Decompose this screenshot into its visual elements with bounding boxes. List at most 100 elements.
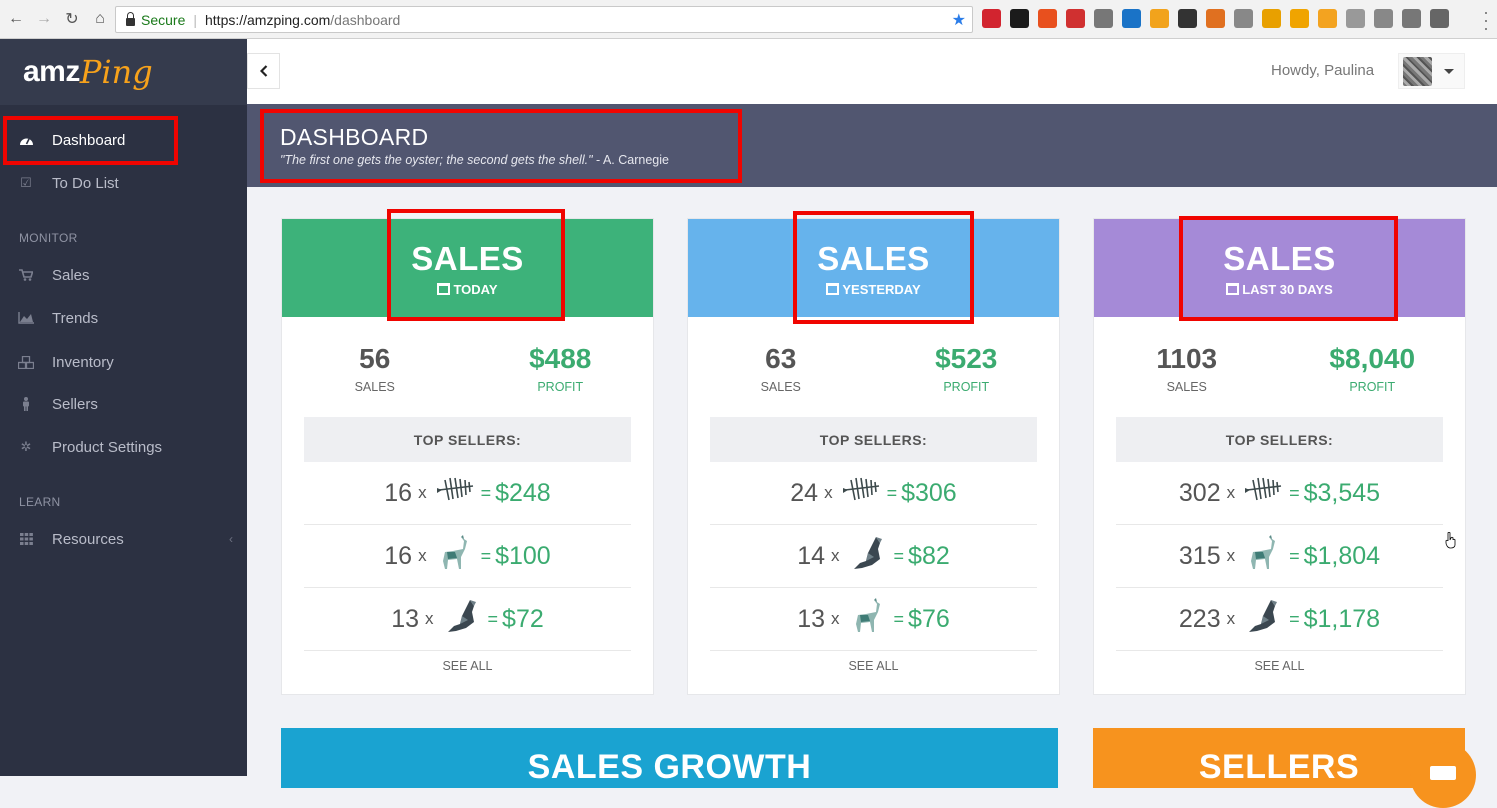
sidebar-item-product-settings[interactable]: ✲ Product Settings (0, 432, 247, 462)
top-seller-row[interactable]: 14 x = $82 (710, 525, 1037, 588)
seller-revenue: $100 (495, 541, 551, 570)
home-icon[interactable]: ⌂ (88, 7, 112, 31)
top-seller-row[interactable]: 13 x = $76 (710, 588, 1037, 651)
browser-extension-icon[interactable] (1374, 9, 1393, 28)
browser-extension-icon[interactable] (1178, 9, 1197, 28)
seller-quantity: 16 (384, 541, 413, 570)
times-sign: x (824, 483, 833, 502)
chat-widget-button[interactable] (1410, 742, 1476, 808)
equals-sign: = (1289, 482, 1300, 503)
browser-extension-icon[interactable] (1262, 9, 1281, 28)
equals-sign: = (480, 545, 492, 566)
amzping-logo[interactable]: amz Ping (0, 39, 247, 105)
equals-sign: = (893, 545, 905, 566)
sidebar-item-sellers[interactable]: Sellers (0, 389, 247, 419)
see-all-link[interactable]: SEE ALL (1094, 651, 1465, 673)
sales-count-label: SALES (354, 380, 395, 394)
top-seller-row[interactable]: 223 x = $1,178 (1116, 588, 1443, 651)
sales-count-label: SALES (760, 380, 801, 394)
equals-sign: = (893, 608, 905, 629)
seller-revenue: $3,545 (1303, 478, 1381, 507)
sidebar: amz Ping Dashboard ☑ To Do List MONITOR S… (0, 39, 247, 776)
sales-count-stat: 56 SALES (282, 317, 468, 417)
sidebar-item-trends[interactable]: Trends (0, 303, 247, 333)
profit-stat: $523 PROFIT (874, 317, 1060, 417)
sales-count-stat: 1103 SALES (1094, 317, 1280, 417)
grid-icon (18, 532, 34, 546)
profit-value: $8,040 (1329, 343, 1416, 374)
extension-icons (982, 9, 1449, 28)
sales-count-label: SALES (1166, 380, 1207, 394)
sellers-banner: SELLERS (1093, 728, 1465, 788)
browser-extension-icon[interactable] (1290, 9, 1309, 28)
browser-extension-icon[interactable] (1318, 9, 1337, 28)
times-sign: x (1226, 483, 1236, 502)
sales-count: 56 (359, 343, 391, 374)
browser-extension-icon[interactable] (1402, 9, 1421, 28)
seller-quantity: 315 (1178, 541, 1221, 570)
card-30days-highlight-box (1179, 216, 1398, 321)
url-host: https://amzping.com (205, 11, 331, 28)
sidebar-item-sales[interactable]: Sales (0, 260, 247, 290)
browser-extension-icon[interactable] (1122, 9, 1141, 28)
top-sellers-header: TOP SELLERS: (1116, 417, 1443, 462)
secure-label: Secure (141, 11, 186, 28)
top-seller-row[interactable]: 315 x = $1,804 (1116, 525, 1443, 588)
seller-quantity: 13 (797, 604, 826, 633)
browser-extension-icon[interactable] (1430, 9, 1449, 28)
sidebar-item-resources[interactable]: Resources ‹ (0, 524, 247, 554)
seller-quantity: 223 (1178, 604, 1221, 633)
browser-menu-icon[interactable]: · · · (1483, 3, 1489, 37)
seller-revenue: $248 (495, 478, 551, 507)
top-seller-row[interactable]: 16 x = $100 (304, 525, 631, 588)
top-seller-row[interactable]: 24 x = $306 (710, 462, 1037, 525)
browser-extension-icon[interactable] (1010, 9, 1029, 28)
sidebar-item-label: Product Settings (52, 438, 163, 456)
back-arrow-icon[interactable]: ← (4, 7, 28, 31)
cubes-icon (18, 355, 34, 369)
profit-label: PROFIT (1349, 380, 1396, 394)
product-fishbone-thumbnail (436, 472, 475, 515)
dashboard-highlight-box (3, 116, 178, 165)
seller-quantity: 24 (790, 478, 819, 507)
browser-extension-icon[interactable] (1038, 9, 1057, 28)
times-sign: x (1226, 546, 1236, 565)
sales-count: 63 (765, 343, 797, 374)
sidebar-item-label: Sellers (52, 395, 98, 413)
see-all-link[interactable]: SEE ALL (282, 651, 653, 673)
times-sign: x (425, 609, 434, 628)
reload-icon[interactable]: ↻ (60, 7, 84, 31)
collapse-sidebar-button[interactable] (247, 53, 280, 89)
forward-arrow-icon[interactable]: → (32, 7, 56, 31)
profit-stat: $488 PROFIT (468, 317, 654, 417)
browser-extension-icon[interactable] (1150, 9, 1169, 28)
chevron-left-icon[interactable]: ‹ (229, 532, 233, 546)
browser-extension-icon[interactable] (982, 9, 1001, 28)
browser-extension-icon[interactable] (1234, 9, 1253, 28)
sidebar-item-inventory[interactable]: Inventory (0, 347, 247, 377)
browser-extension-icon[interactable] (1346, 9, 1365, 28)
sidebar-item-todo[interactable]: ☑ To Do List (0, 168, 247, 198)
profit-stat: $8,040 PROFIT (1280, 317, 1466, 417)
banner-title: SELLERS (1198, 748, 1360, 786)
top-seller-row[interactable]: 302 x = $3,545 (1116, 462, 1443, 525)
browser-extension-icon[interactable] (1206, 9, 1225, 28)
equals-sign: = (480, 482, 492, 503)
top-seller-row[interactable]: 13 x = $72 (304, 588, 631, 651)
seller-revenue: $1,804 (1303, 541, 1381, 570)
sales-count: 1103 (1156, 343, 1218, 374)
see-all-link[interactable]: SEE ALL (688, 651, 1059, 673)
person-icon (18, 397, 34, 411)
monitor-section-label: MONITOR (19, 231, 78, 245)
bookmark-star-icon[interactable]: ★ (952, 10, 966, 30)
top-seller-row[interactable]: 16 x = $248 (304, 462, 631, 525)
user-menu-dropdown[interactable] (1398, 53, 1465, 89)
browser-extension-icon[interactable] (1066, 9, 1085, 28)
browser-extension-icon[interactable] (1094, 9, 1113, 28)
seller-revenue: $76 (908, 604, 950, 633)
top-sellers-header: TOP SELLERS: (304, 417, 631, 462)
address-bar[interactable]: Secure | https://amzping.com/dashboard ★ (115, 6, 973, 33)
equals-sign: = (1289, 545, 1300, 566)
equals-sign: = (886, 482, 898, 503)
area-chart-icon (18, 311, 34, 325)
